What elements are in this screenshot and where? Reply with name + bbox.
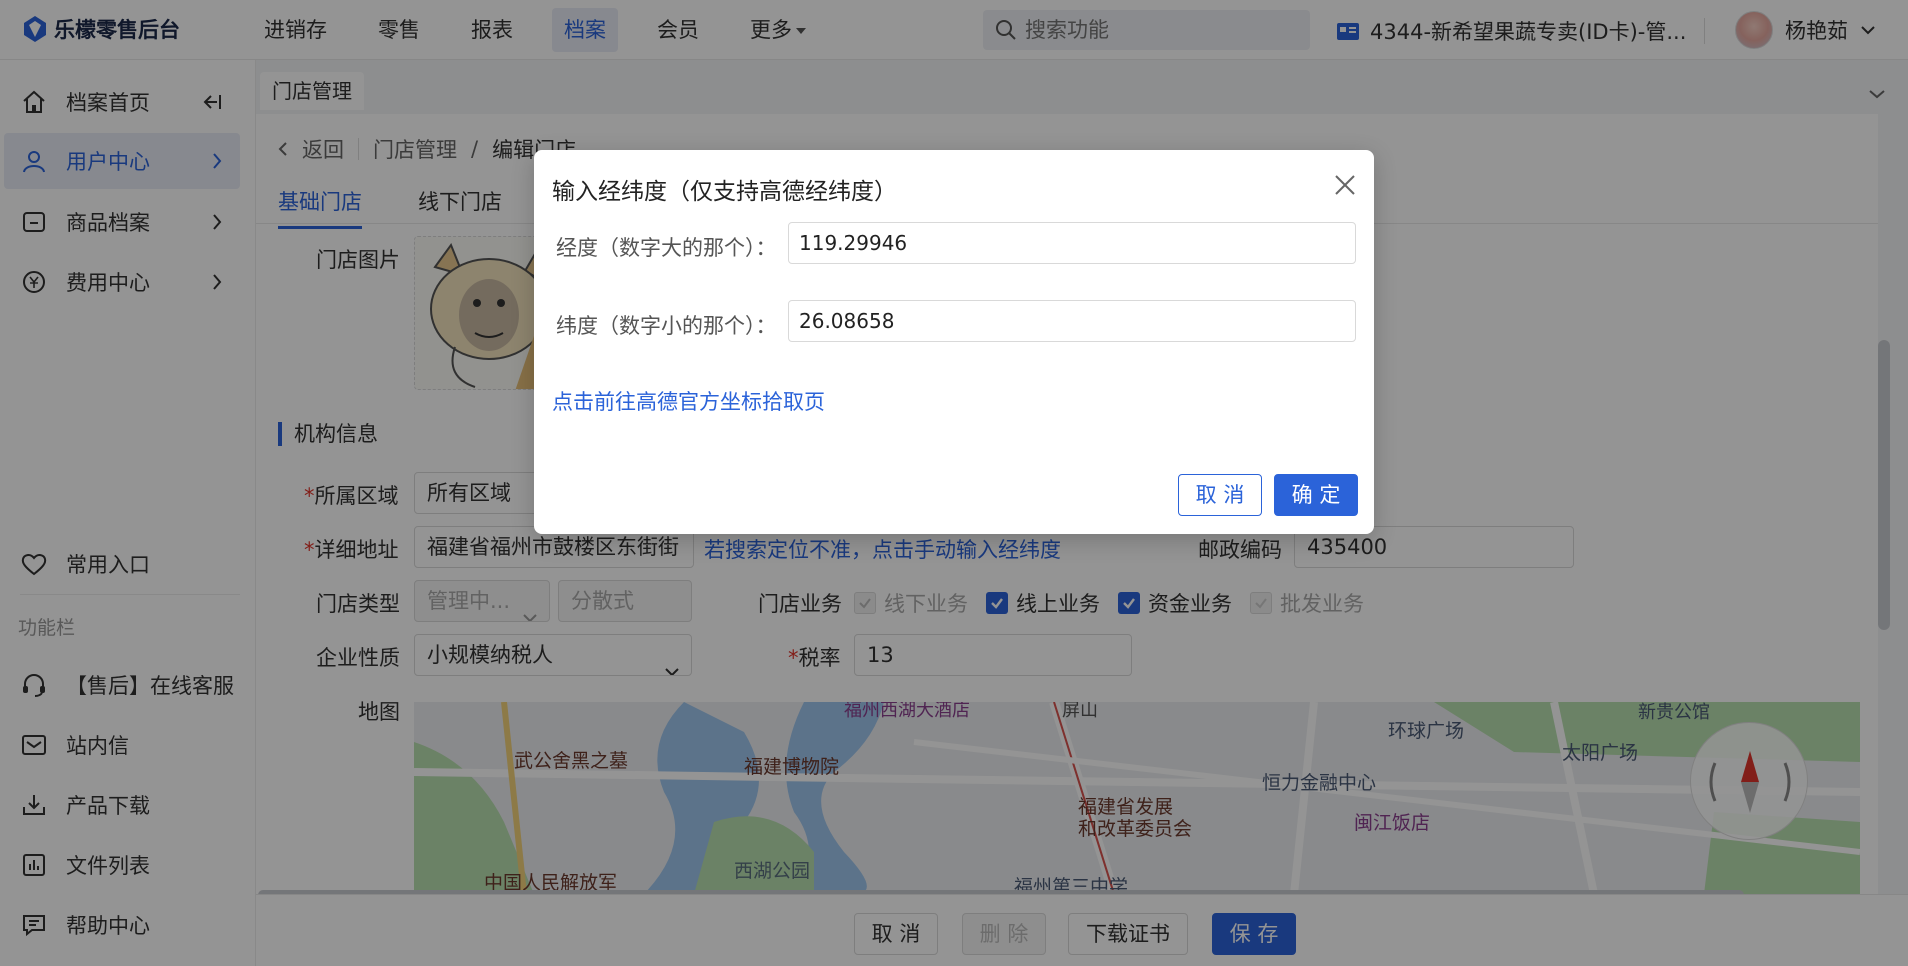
coordinate-dialog: 输入经纬度（仅支持高德经纬度） 经度（数字大的那个）： 纬度（数字小的那个）： … bbox=[534, 150, 1374, 534]
latitude-input[interactable] bbox=[788, 300, 1356, 342]
dialog-cancel-button[interactable]: 取 消 bbox=[1178, 474, 1262, 516]
longitude-input[interactable] bbox=[788, 222, 1356, 264]
close-icon[interactable] bbox=[1334, 174, 1356, 201]
amap-picker-link[interactable]: 点击前往高德官方坐标拾取页 bbox=[552, 386, 825, 416]
dialog-confirm-button[interactable]: 确 定 bbox=[1274, 474, 1358, 516]
dialog-title: 输入经纬度（仅支持高德经纬度） bbox=[552, 179, 897, 205]
longitude-label: 经度（数字大的那个）： bbox=[556, 236, 777, 260]
latitude-label: 纬度（数字小的那个）： bbox=[556, 314, 777, 338]
